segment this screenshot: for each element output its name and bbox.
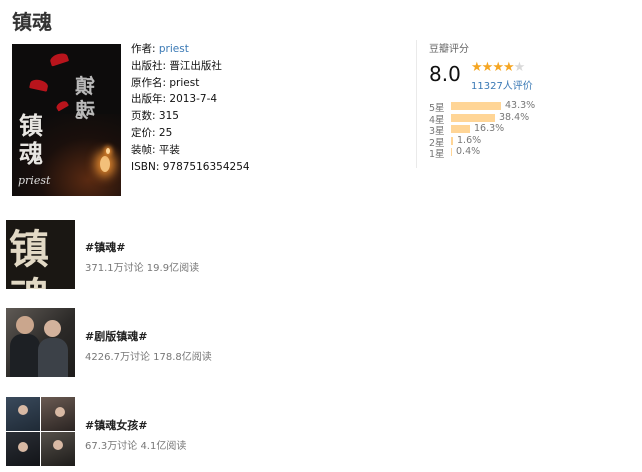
rating-bar-row: 4星 38.4% xyxy=(429,111,579,126)
info-value: priest xyxy=(169,76,200,89)
rating-bar-row: 3星 16.3% xyxy=(429,123,579,137)
rating-bar-fill xyxy=(451,136,453,145)
person-body xyxy=(38,338,68,377)
face xyxy=(18,442,28,452)
butterfly-icon xyxy=(48,51,70,67)
topic-meta: 67.3万讨论 4.1亿阅读 xyxy=(85,441,187,452)
candle-icon xyxy=(106,148,110,154)
info-label: 出版年: xyxy=(131,93,167,106)
rating-bar-percent: 43.3% xyxy=(505,100,536,111)
topic-image-drama[interactable] xyxy=(6,308,75,377)
topic-title[interactable]: #镇魂女孩# xyxy=(85,417,147,433)
book-cover-image[interactable]: 镇魂 镇魂 priest xyxy=(12,44,121,196)
topic-meta: 4226.7万讨论 178.8亿阅读 xyxy=(85,352,212,363)
topic-image-text: 镇魂 xyxy=(9,226,49,289)
face xyxy=(18,405,28,415)
info-label: ISBN: xyxy=(131,160,160,173)
book-info-row: 出版年: 2013-7-4 xyxy=(131,91,250,108)
book-title: 镇魂 xyxy=(12,10,52,34)
cover-mirror-title: 镇魂 xyxy=(75,74,95,122)
rating-stars: ★★★★★ xyxy=(471,60,526,75)
info-value: 315 xyxy=(158,110,179,123)
rating-bar-label: 1星 xyxy=(429,149,445,160)
rating-bar-row: 5星 43.3% xyxy=(429,100,579,114)
topic-meta: 371.1万讨论 19.9亿阅读 xyxy=(85,263,200,274)
rating-bar-row: 1星 0.4% xyxy=(429,146,579,160)
rating-breakdown: 5星 43.3% 4星 38.4% 3星 16.3% 2星 1.6% 1星 0.4% xyxy=(429,100,579,160)
info-label: 装帧: xyxy=(131,143,156,156)
rating-score: 8.0 xyxy=(429,62,461,86)
photo-tile xyxy=(6,397,40,431)
rating-bar-fill xyxy=(451,148,452,156)
book-info-row: 原作名: priest xyxy=(131,75,250,92)
star-icon: ★ xyxy=(492,60,504,75)
photo-tile xyxy=(41,432,75,466)
rating-label: 豆瓣评分 xyxy=(429,44,469,55)
star-icon: ★ xyxy=(481,60,494,75)
rating-bar-percent: 0.4% xyxy=(456,146,481,157)
info-value: 晋江出版社 xyxy=(169,59,222,72)
rating-bar-percent: 38.4% xyxy=(499,111,530,123)
butterfly-icon xyxy=(29,78,49,92)
info-label: 作者: xyxy=(131,43,156,55)
cover-title: 镇魂 xyxy=(19,111,43,168)
rating-bar-row: 2星 1.6% xyxy=(429,134,579,149)
book-info-row: 页数: 315 xyxy=(131,108,250,125)
person-head xyxy=(16,316,34,334)
topic-image-zhenhun[interactable]: 镇魂 xyxy=(6,220,75,289)
face xyxy=(55,407,65,417)
star-icon: ★ xyxy=(471,60,483,75)
star-icon: ★ xyxy=(513,60,526,75)
topic-image-girls[interactable] xyxy=(6,397,75,466)
star-icon: ★ xyxy=(502,60,515,75)
info-label: 出版社: xyxy=(131,59,167,72)
book-info-row: 出版社: 晋江出版社 xyxy=(131,58,250,75)
info-value: 2013-7-4 xyxy=(169,93,218,106)
rating-bar-fill xyxy=(451,102,501,110)
candle-icon xyxy=(100,156,110,172)
info-value[interactable]: priest xyxy=(159,43,189,55)
rating-bar-fill xyxy=(451,113,495,122)
rating-bar-percent: 16.3% xyxy=(474,123,505,134)
face xyxy=(53,440,63,450)
topic-title[interactable]: #镇魂# xyxy=(85,239,125,255)
rating-bar-fill xyxy=(451,125,470,133)
info-value: 平装 xyxy=(158,143,180,156)
cover-author: priest xyxy=(18,174,51,187)
photo-tile xyxy=(41,397,75,431)
info-value: 9787516354254 xyxy=(162,160,250,173)
book-info-row: 定价: 25 xyxy=(131,125,250,142)
book-info-row: ISBN: 9787516354254 xyxy=(131,159,250,176)
rating-count-link[interactable]: 11327人评价 xyxy=(471,77,533,92)
douban-rating-panel: 豆瓣评分 8.0 ★★★★★ 11327人评价 5星 43.3% 4星 38.4% 3星… xyxy=(416,40,589,168)
book-info-row: 作者: priest xyxy=(131,41,250,58)
info-label: 页数: xyxy=(131,110,156,123)
photo-tile xyxy=(6,432,40,466)
person-head xyxy=(44,320,61,337)
info-label: 原作名: xyxy=(131,76,167,89)
book-info: 作者: priest 出版社: 晋江出版社 原作名: priest 出版年: 2013… xyxy=(131,41,250,175)
topic-title[interactable]: #剧版镇魂# xyxy=(85,328,147,344)
book-info-row: 装帧: 平装 xyxy=(131,142,250,159)
info-value: 25 xyxy=(158,126,173,139)
person-body xyxy=(10,334,40,377)
info-label: 定价: xyxy=(131,126,156,139)
rating-bar-percent: 1.6% xyxy=(457,134,482,146)
butterfly-icon xyxy=(55,99,69,112)
